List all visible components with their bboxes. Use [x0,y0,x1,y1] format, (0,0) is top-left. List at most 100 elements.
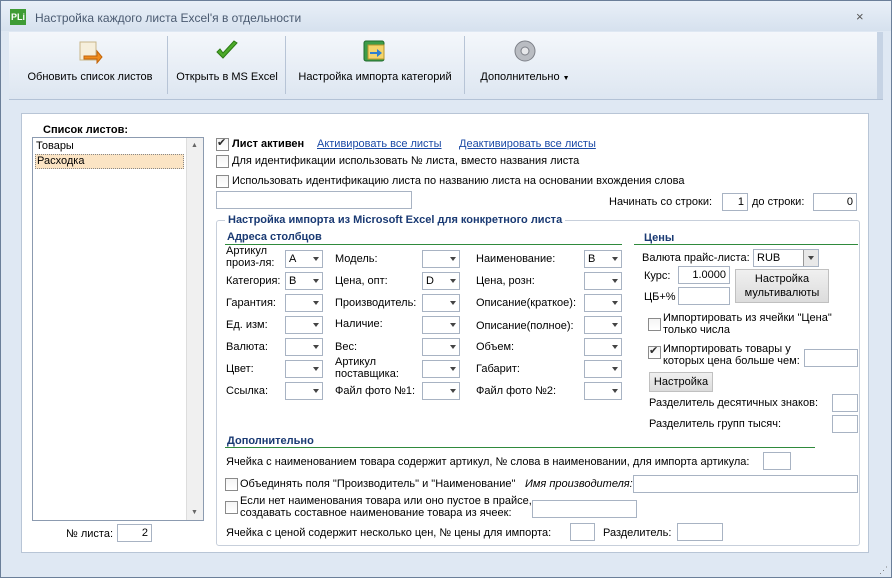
sheet-active-checkbox[interactable] [216,136,229,151]
multicurrency-button[interactable]: Настройка мультивалюты [735,269,829,303]
compose-name-checkbox[interactable] [225,501,238,514]
more-dropdown-button[interactable]: Дополнительно ▼ [467,32,583,99]
currency-select[interactable]: RUB [753,249,819,267]
col-supplier-article-label: Артикул поставщика: [335,356,399,380]
col-wholesale-price-select[interactable]: D [422,272,460,290]
use-number-checkbox[interactable] [216,155,229,168]
sheet-active-label: Лист активен [232,138,305,150]
sheets-list[interactable]: Товары Расходка ▲ ▼ [32,137,204,521]
col-retail-price-select[interactable] [584,272,622,290]
sheet-item[interactable]: Товары [36,140,74,152]
col-color-select[interactable] [285,360,323,378]
col-supplier-article-select[interactable] [422,360,460,378]
columns-title: Адреса столбцов [227,231,322,243]
start-row-field[interactable]: 1 [722,193,748,211]
rate-field[interactable]: 1.0000 [678,266,730,284]
col-full-desc-label: Описание(полное): [476,320,574,332]
col-manufacturer-select[interactable] [422,294,460,312]
merge-fields-label: Объединять поля "Производитель" и "Наиме… [240,478,516,490]
col-short-desc-label: Описание(краткое): [476,297,577,309]
col-warranty-select[interactable] [285,294,323,312]
col-article-select[interactable]: A [285,250,323,268]
manufacturer-name-label: Имя производителя: [525,478,633,490]
decimal-sep-field[interactable] [832,394,858,412]
col-dimensions-label: Габарит: [476,363,520,375]
article-in-name-field[interactable] [763,452,791,470]
category-import-button[interactable]: Настройка импорта категорий [287,32,463,99]
article-in-name-label: Ячейка с наименованием товара содержит а… [226,456,750,468]
checkmark-icon [216,40,238,59]
sheets-scrollbar[interactable]: ▲ ▼ [186,138,203,520]
col-photo2-select[interactable] [584,382,622,400]
multi-price-field[interactable] [570,523,595,541]
sheet-item-selected[interactable]: Расходка [35,154,184,169]
col-model-label: Модель: [335,253,378,265]
col-name-select[interactable]: B [584,250,622,268]
col-currency-label: Валюта: [226,341,268,353]
window-title: Настройка каждого листа Excel'я в отдель… [35,11,302,25]
col-availability-select[interactable] [422,316,460,334]
open-excel-label: Открыть в MS Excel [176,71,278,83]
price-settings-button[interactable]: Настройка [649,372,713,392]
open-excel-button[interactable]: Открыть в MS Excel [169,32,285,99]
col-color-label: Цвет: [226,363,254,375]
col-weight-select[interactable] [422,338,460,356]
col-full-desc-select[interactable] [584,316,622,334]
col-category-label: Категория: [226,275,281,287]
price-greater-field[interactable] [804,349,858,367]
sheets-list-label: Список листов: [43,124,129,136]
col-name-label: Наименование: [476,253,556,265]
col-short-desc-select[interactable] [584,294,622,312]
col-volume-label: Объем: [476,341,515,353]
import-settings-title: Настройка импорта из Microsoft Excel для… [225,214,566,226]
col-currency-select[interactable] [285,338,323,356]
col-wholesale-price-label: Цена, опт: [335,275,388,287]
separator-field[interactable] [677,523,723,541]
col-dimensions-select[interactable] [584,360,622,378]
col-photo1-select[interactable] [422,382,460,400]
refresh-sheets-button[interactable]: Обновить список листов [15,32,165,99]
compose-name-label: Если нет наименования товара или оно пус… [240,495,532,519]
merge-fields-checkbox[interactable] [225,478,238,491]
name-match-field[interactable] [216,191,412,209]
col-model-select[interactable] [422,250,460,268]
scroll-up-icon[interactable]: ▲ [191,142,198,149]
col-unit-select[interactable] [285,316,323,334]
use-name-match-checkbox[interactable] [216,175,229,188]
only-numbers-checkbox[interactable] [648,318,661,331]
app-icon: PLi [10,9,26,25]
col-category-select[interactable]: B [285,272,323,290]
price-greater-checkbox[interactable] [648,344,661,359]
toolbar-separator [464,36,465,94]
rate-label: Курс: [644,270,671,282]
scroll-down-icon[interactable]: ▼ [191,509,198,516]
end-row-field[interactable]: 0 [813,193,857,211]
sheet-number-label: № листа: [66,528,114,540]
compose-name-field[interactable] [532,500,637,518]
resize-grip-icon[interactable]: ⋰ [879,565,888,576]
sheet-number-field[interactable]: 2 [117,524,152,542]
toolbar-separator [167,36,168,94]
col-volume-select[interactable] [584,338,622,356]
toolbar-overflow[interactable] [877,32,883,99]
prices-title: Цены [644,232,675,244]
cb-field[interactable] [678,287,730,305]
group-sep-field[interactable] [832,415,858,433]
col-link-select[interactable] [285,382,323,400]
activate-all-link[interactable]: Активировать все листы [317,138,442,150]
columns-divider [225,244,622,245]
dropdown-button[interactable] [803,250,818,266]
price-greater-label: Импортировать товары у которых цена боль… [663,343,800,367]
group-sep-label: Разделитель групп тысяч: [649,418,782,430]
prices-divider [634,244,858,245]
deactivate-all-link[interactable]: Деактивировать все листы [459,138,596,150]
extra-divider [225,447,815,448]
title-bar: PLi Настройка каждого листа Excel'я в от… [1,1,891,31]
main-window: PLi Настройка каждого листа Excel'я в от… [0,0,892,578]
toolbar-separator [285,36,286,94]
manufacturer-name-field[interactable] [633,475,858,493]
close-icon[interactable]: × [856,9,864,24]
currency-label: Валюта прайс-листа: [642,252,750,264]
use-name-match-label: Использовать идентификацию листа по назв… [232,175,685,187]
toolbar: Обновить список листов Открыть в MS Exce… [9,32,883,100]
